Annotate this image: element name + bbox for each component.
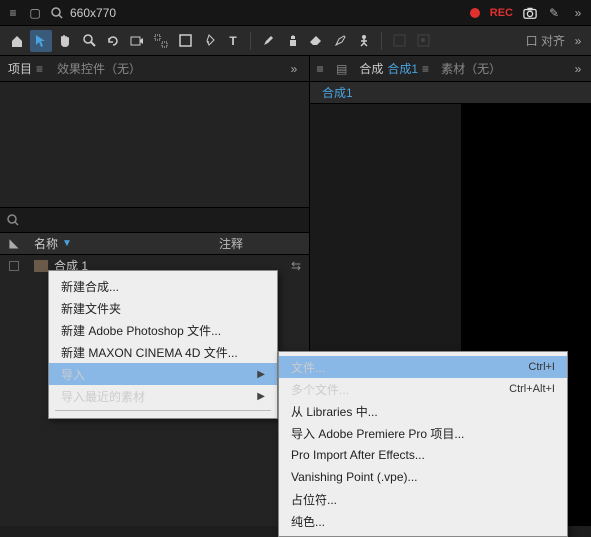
shape-tool-icon[interactable]: [174, 30, 196, 52]
menu-import-file[interactable]: 文件...Ctrl+I: [279, 356, 567, 378]
menu-vanishing-point[interactable]: Vanishing Point (.vpe)...: [279, 466, 567, 488]
menu-placeholder[interactable]: 占位符...: [279, 488, 567, 510]
context-menu-project: 新建合成... 新建文件夹 新建 Adobe Photoshop 文件... 新…: [48, 270, 278, 419]
project-search-input[interactable]: [26, 213, 303, 227]
align-toggle[interactable]: 口 对齐: [526, 32, 565, 49]
sort-arrow-icon: ▼: [62, 238, 72, 249]
composition-icon: [34, 260, 48, 272]
title-bar: ≡ ▢ REC ✎ »: [0, 0, 591, 26]
hand-tool-icon[interactable]: [54, 30, 76, 52]
submenu-arrow-icon: ▶: [257, 369, 265, 380]
search-input[interactable]: [70, 6, 150, 20]
record-dot-icon[interactable]: [470, 8, 480, 18]
eraser-tool-icon[interactable]: [305, 30, 327, 52]
record-label: REC: [490, 7, 513, 19]
menu-new-folder[interactable]: 新建文件夹: [49, 297, 277, 319]
menu-import[interactable]: 导入▶: [49, 363, 277, 385]
menu-import-premiere-project[interactable]: 导入 Adobe Premiere Pro 项目...: [279, 422, 567, 444]
expand-icon[interactable]: »: [571, 6, 585, 20]
project-search-icon: [6, 213, 20, 227]
menu-new-c4d-file[interactable]: 新建 MAXON CINEMA 4D 文件...: [49, 341, 277, 363]
camera-icon[interactable]: [523, 6, 537, 20]
tab-project[interactable]: 项目 ≡: [8, 60, 43, 77]
edit-icon[interactable]: ✎: [547, 6, 561, 20]
panel-expand-icon[interactable]: »: [287, 62, 301, 76]
snap-toggle-icon[interactable]: [412, 30, 434, 52]
label-swatch-icon[interactable]: [9, 261, 19, 271]
comment-column-header[interactable]: 注释: [219, 235, 309, 252]
menu-solid-color[interactable]: 纯色...: [279, 510, 567, 532]
roto-tool-icon[interactable]: [329, 30, 351, 52]
project-search-row: [0, 207, 309, 233]
search-icon: [50, 6, 64, 20]
brush-tool-icon[interactable]: [257, 30, 279, 52]
grid-toggle-icon[interactable]: [388, 30, 410, 52]
tab-effect-controls[interactable]: 效果控件（无）: [57, 60, 141, 77]
submenu-arrow-icon: ▶: [257, 391, 265, 402]
menu-import-multiple-files[interactable]: 多个文件...Ctrl+Alt+I: [279, 378, 567, 400]
pen-tool-icon[interactable]: [198, 30, 220, 52]
context-menu-import-sub: 文件...Ctrl+I 多个文件...Ctrl+Alt+I 从 Librarie…: [278, 351, 568, 537]
puppet-tool-icon[interactable]: [353, 30, 375, 52]
menu-new-photoshop-file[interactable]: 新建 Adobe Photoshop 文件...: [49, 319, 277, 341]
tab-footage[interactable]: 素材（无）: [441, 60, 501, 77]
label-column-icon[interactable]: ◣: [7, 236, 21, 250]
layer-switch-icon[interactable]: ▤: [336, 62, 347, 76]
comp-subtab[interactable]: 合成1: [322, 84, 353, 101]
active-marker-icon: [317, 66, 323, 72]
anchor-tool-icon[interactable]: [150, 30, 172, 52]
toolbar-expand-icon[interactable]: »: [571, 34, 585, 48]
menu-new-composition[interactable]: 新建合成...: [49, 275, 277, 297]
project-preview-area: [0, 82, 309, 207]
menu-icon[interactable]: ≡: [6, 6, 20, 20]
text-tool-icon[interactable]: T: [222, 30, 244, 52]
tab-composition[interactable]: 合成 合成1 ≡: [359, 60, 429, 77]
home-icon[interactable]: [6, 30, 28, 52]
toolbar: T 口 对齐 »: [0, 26, 591, 56]
menu-pro-import[interactable]: Pro Import After Effects...: [279, 444, 567, 466]
clone-tool-icon[interactable]: [281, 30, 303, 52]
zoom-tool-icon[interactable]: [78, 30, 100, 52]
window-icon[interactable]: ▢: [28, 6, 42, 20]
menu-import-from-libraries[interactable]: 从 Libraries 中...: [279, 400, 567, 422]
viewer-expand-icon[interactable]: »: [571, 62, 585, 76]
menu-separator: [55, 410, 271, 411]
name-column-header[interactable]: 名称▼: [28, 235, 219, 252]
viewer-tab-menu-icon[interactable]: ≡: [422, 62, 429, 76]
tab-menu-icon[interactable]: ≡: [36, 62, 43, 76]
selection-tool-icon[interactable]: [30, 30, 52, 52]
project-column-header: ◣ 名称▼ 注释: [0, 233, 309, 255]
menu-import-recent[interactable]: 导入最近的素材▶: [49, 385, 277, 407]
search-box[interactable]: [50, 6, 150, 20]
shortcut-label: Ctrl+I: [528, 361, 555, 373]
rotate-tool-icon[interactable]: [102, 30, 124, 52]
camera-tool-icon[interactable]: [126, 30, 148, 52]
flowchart-icon[interactable]: ⇆: [291, 259, 301, 273]
shortcut-label: Ctrl+Alt+I: [509, 383, 555, 395]
